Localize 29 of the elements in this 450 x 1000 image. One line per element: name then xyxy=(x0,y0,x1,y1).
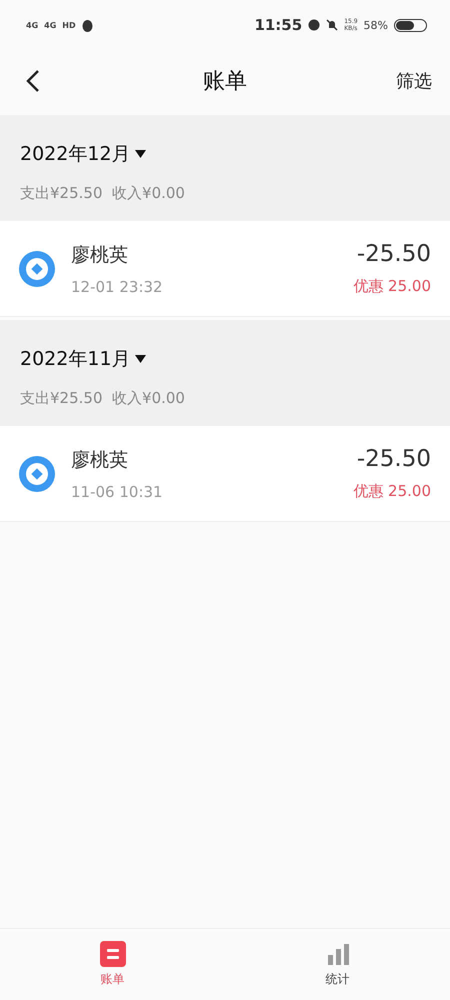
month-summary: 支出¥25.50 收入¥0.00 xyxy=(20,184,186,203)
bill-record[interactable]: 廖桃英 12-01 23:32 -25.50 优惠 25.00 xyxy=(0,221,450,317)
battery-percent: 58% xyxy=(364,18,388,32)
payee-name: 廖桃英 xyxy=(71,242,129,268)
network-label: 4G xyxy=(44,20,56,30)
record-amount: -25.50 xyxy=(356,241,431,267)
payee-name: 廖桃英 xyxy=(71,448,129,472)
filter-button[interactable]: 筛选 xyxy=(396,69,432,93)
record-amount: -25.50 xyxy=(356,446,431,472)
clock-time: 11:55 xyxy=(254,16,302,34)
bill-icon xyxy=(100,941,126,967)
back-icon[interactable] xyxy=(26,69,40,93)
month-summary: 支出¥25.50 收入¥0.00 xyxy=(20,389,186,408)
battery-icon xyxy=(394,18,428,32)
network-label: 4G xyxy=(26,20,38,30)
page-title: 账单 xyxy=(203,68,247,96)
discount-amount: 优惠 25.00 xyxy=(353,277,431,296)
coin-icon xyxy=(19,250,55,286)
discount-amount: 优惠 25.00 xyxy=(353,482,431,501)
record-time: 11-06 10:31 xyxy=(71,482,164,500)
tab-item[interactable]: 账单 xyxy=(0,929,225,1000)
tab-item[interactable]: 统计 xyxy=(225,929,450,1000)
mute-icon xyxy=(326,19,338,31)
record-time: 12-01 23:32 xyxy=(71,278,164,296)
hd-label: HD xyxy=(62,20,76,30)
coin-icon xyxy=(19,456,55,492)
month-selector[interactable]: 2022年12月 xyxy=(20,141,430,167)
bill-record[interactable]: 廖桃英 11-06 10:31 -25.50 优惠 25.00 xyxy=(0,426,450,522)
month-selector[interactable]: 2022年11月 xyxy=(20,346,430,372)
